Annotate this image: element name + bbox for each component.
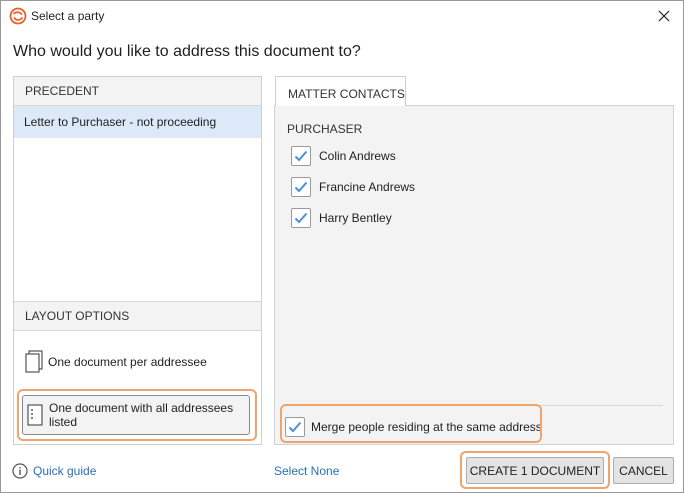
info-icon — [12, 463, 28, 479]
checkmark-icon — [294, 150, 308, 162]
window-title: Select a party — [31, 9, 105, 23]
layout-option-per-addressee[interactable]: One document per addressee — [22, 347, 250, 377]
precedent-header: PRECEDENT — [14, 77, 261, 106]
page-title: Who would you like to address this docum… — [13, 43, 361, 60]
contact-name: Francine Andrews — [319, 180, 416, 194]
checkmark-icon — [294, 212, 308, 224]
title-bar: Select a party — [1, 1, 683, 31]
checkbox[interactable] — [291, 208, 311, 228]
precedent-item[interactable]: Letter to Purchaser - not proceeding — [14, 106, 261, 138]
contact-name: Colin Andrews — [319, 149, 396, 163]
checkbox[interactable] — [291, 177, 311, 197]
document-list-icon — [27, 404, 43, 426]
checkbox[interactable] — [285, 417, 305, 437]
layout-options-header: LAYOUT OPTIONS — [14, 301, 261, 331]
cancel-button[interactable]: CANCEL — [613, 457, 674, 484]
layout-option-label: One document with all addressees listed — [49, 401, 234, 429]
left-panel: PRECEDENT Letter to Purchaser - not proc… — [13, 76, 262, 445]
documents-stack-icon — [25, 350, 43, 373]
checkmark-icon — [294, 181, 308, 193]
close-button[interactable] — [651, 4, 677, 28]
merge-label: Merge people residing at the same addres… — [311, 420, 542, 434]
checkbox[interactable] — [291, 146, 311, 166]
contact-checkbox-harry-bentley[interactable]: Harry Bentley — [291, 208, 392, 228]
close-icon — [658, 10, 670, 22]
select-none-link[interactable]: Select None — [274, 464, 339, 478]
contact-group-label: PURCHASER — [287, 122, 363, 136]
contact-checkbox-francine-andrews[interactable]: Francine Andrews — [291, 177, 415, 197]
layout-option-all-addressees[interactable]: One document with all addressees listed — [22, 395, 250, 435]
create-document-button[interactable]: CREATE 1 DOCUMENT — [466, 457, 604, 484]
merge-address-checkbox[interactable]: Merge people residing at the same addres… — [285, 417, 542, 437]
divider — [283, 405, 663, 406]
tab-matter-contacts[interactable]: MATTER CONTACTS — [275, 76, 406, 106]
contact-checkbox-colin-andrews[interactable]: Colin Andrews — [291, 146, 396, 166]
dialog-window: Select a party Who would you like to add… — [0, 0, 684, 493]
app-logo-icon — [9, 7, 27, 25]
layout-option-label: One document per addressee — [48, 355, 207, 369]
checkmark-icon — [288, 421, 302, 433]
contacts-panel: PURCHASER Colin Andrews Francine Andrews… — [274, 105, 674, 445]
contact-name: Harry Bentley — [319, 211, 392, 225]
quick-guide-link[interactable]: Quick guide — [33, 464, 96, 478]
